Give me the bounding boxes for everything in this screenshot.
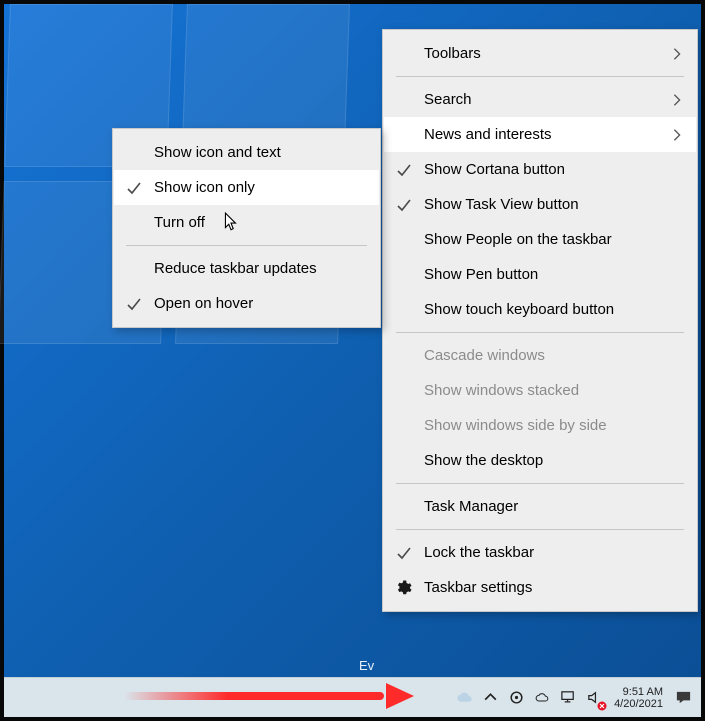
volume-icon[interactable] <box>582 686 606 710</box>
menu-label: Show touch keyboard button <box>424 301 614 318</box>
check-icon <box>126 180 142 196</box>
menu-item-taskmgr[interactable]: Task Manager <box>384 489 696 524</box>
submenu-item-open-hover[interactable]: Open on hover <box>114 286 379 321</box>
watermark-text: Ev <box>359 658 374 673</box>
menu-label: Show icon only <box>154 179 255 196</box>
date-text: 4/20/2021 <box>614 698 663 710</box>
submenu-item-turn-off[interactable]: Turn off <box>114 205 379 240</box>
menu-label: Show windows stacked <box>424 382 579 399</box>
location-icon[interactable] <box>504 686 528 710</box>
menu-label: Turn off <box>154 214 205 231</box>
weather-icon[interactable] <box>452 686 476 710</box>
taskbar-context-menu: Toolbars Search News and interests Show … <box>382 29 698 612</box>
check-icon <box>126 296 142 312</box>
menu-item-lock[interactable]: Lock the taskbar <box>384 535 696 570</box>
menu-label: Show windows side by side <box>424 417 607 434</box>
separator <box>126 245 367 246</box>
menu-item-stacked: Show windows stacked <box>384 373 696 408</box>
menu-label: Search <box>424 91 472 108</box>
menu-label: Open on hover <box>154 295 253 312</box>
action-center-icon[interactable] <box>671 686 695 710</box>
menu-label: Toolbars <box>424 45 481 62</box>
menu-item-people[interactable]: Show People on the taskbar <box>384 222 696 257</box>
menu-label: Reduce taskbar updates <box>154 260 317 277</box>
menu-item-news-interests[interactable]: News and interests <box>384 117 696 152</box>
menu-label: Show People on the taskbar <box>424 231 612 248</box>
menu-label: News and interests <box>424 126 552 143</box>
separator <box>396 529 684 530</box>
menu-item-showdesktop[interactable]: Show the desktop <box>384 443 696 478</box>
menu-label: Show Cortana button <box>424 161 565 178</box>
menu-item-cortana[interactable]: Show Cortana button <box>384 152 696 187</box>
separator <box>396 483 684 484</box>
menu-item-toolbars[interactable]: Toolbars <box>384 36 696 71</box>
menu-item-pen[interactable]: Show Pen button <box>384 257 696 292</box>
menu-label: Show Pen button <box>424 266 538 283</box>
gear-icon <box>394 579 412 597</box>
system-tray: 9:51 AM 4/20/2021 <box>452 686 695 710</box>
menu-item-settings[interactable]: Taskbar settings <box>384 570 696 605</box>
submenu-item-icon-text[interactable]: Show icon and text <box>114 135 379 170</box>
menu-item-sidebyside: Show windows side by side <box>384 408 696 443</box>
news-interests-submenu: Show icon and text Show icon only Turn o… <box>112 128 381 328</box>
menu-label: Show icon and text <box>154 144 281 161</box>
menu-item-cascade: Cascade windows <box>384 338 696 373</box>
menu-item-taskview[interactable]: Show Task View button <box>384 187 696 222</box>
annotation-arrow-icon <box>124 689 414 703</box>
cursor-icon <box>224 212 238 232</box>
menu-label: Task Manager <box>424 498 518 515</box>
separator <box>396 332 684 333</box>
time-text: 9:51 AM <box>623 686 663 698</box>
chevron-right-icon <box>670 93 684 107</box>
network-icon[interactable] <box>556 686 580 710</box>
menu-label: Cascade windows <box>424 347 545 364</box>
separator <box>396 76 684 77</box>
check-icon <box>396 197 412 213</box>
submenu-item-icon-only[interactable]: Show icon only <box>114 170 379 205</box>
chevron-up-icon[interactable] <box>478 686 502 710</box>
menu-label: Show the desktop <box>424 452 543 469</box>
menu-label: Taskbar settings <box>424 579 532 596</box>
check-icon <box>396 162 412 178</box>
menu-label: Lock the taskbar <box>424 544 534 561</box>
chevron-right-icon <box>670 128 684 142</box>
submenu-item-reduce-updates[interactable]: Reduce taskbar updates <box>114 251 379 286</box>
onedrive-icon[interactable] <box>530 686 554 710</box>
chevron-right-icon <box>670 47 684 61</box>
menu-item-touchkb[interactable]: Show touch keyboard button <box>384 292 696 327</box>
check-icon <box>396 545 412 561</box>
menu-item-search[interactable]: Search <box>384 82 696 117</box>
clock[interactable]: 9:51 AM 4/20/2021 <box>608 686 669 710</box>
menu-label: Show Task View button <box>424 196 579 213</box>
